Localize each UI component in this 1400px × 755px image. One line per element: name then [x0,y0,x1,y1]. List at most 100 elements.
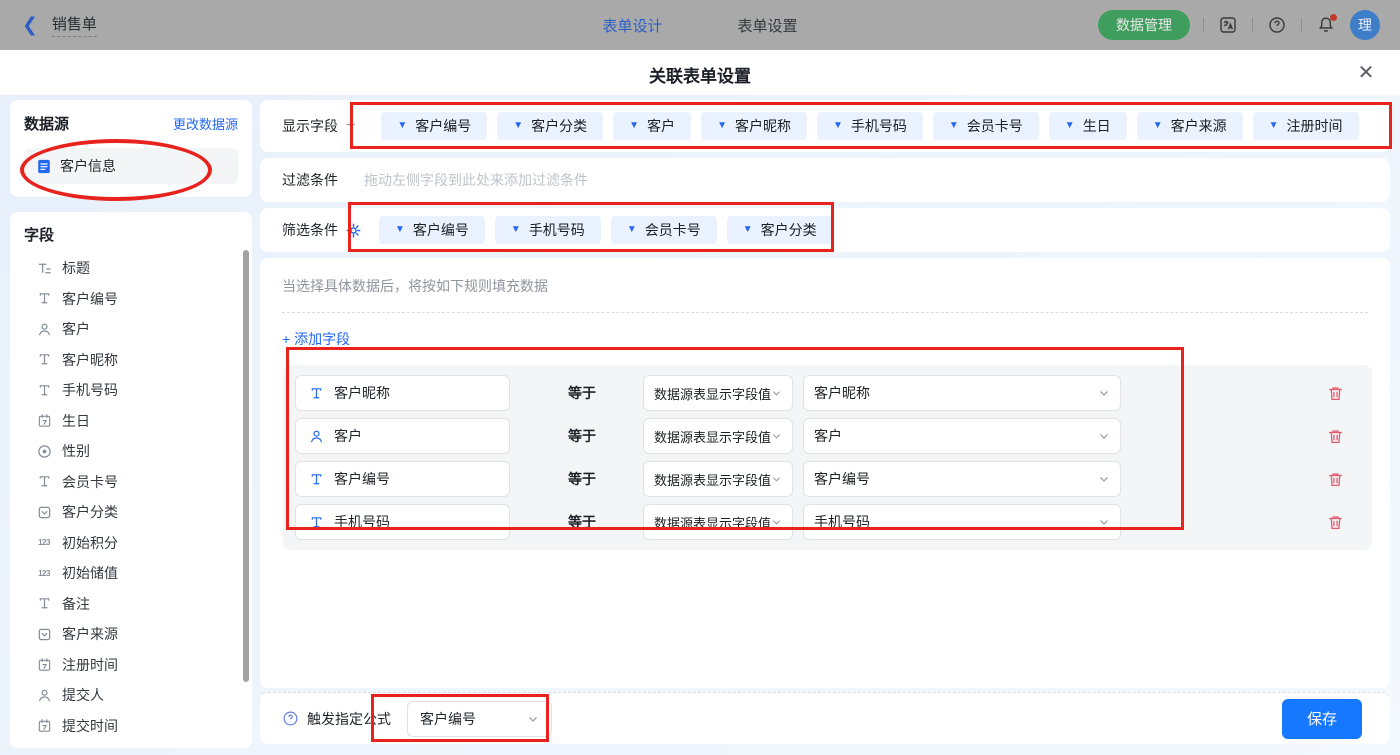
sidebar-field-item[interactable]: 客户 [24,314,252,345]
rule-target-field[interactable]: 客户编号 [295,461,510,497]
caret-down-icon: ▼ [743,225,753,235]
filter-dropzone[interactable]: 拖动左侧字段到此处来添加过滤条件 [364,170,588,190]
filter-card: 过滤条件 拖动左侧字段到此处来添加过滤条件 [260,158,1390,202]
sidebar-field-item[interactable]: 性别 [24,436,252,467]
source-type-select[interactable]: 数据源表显示字段值 [643,461,793,497]
delete-icon[interactable] [1327,514,1344,531]
equals-label: 等于 [568,469,643,489]
add-field-link[interactable]: + 添加字段 [282,329,350,349]
question-circle-icon[interactable] [282,710,299,727]
field-label: 备注 [62,594,90,614]
display-field-chip[interactable]: ▼客户昵称 [701,112,807,140]
datasource-item[interactable]: 客户信息 [24,148,238,184]
source-field-select[interactable]: 手机号码 [803,504,1121,540]
caret-down-icon: ▼ [1153,121,1163,131]
caret-down-icon: ▼ [949,121,959,131]
gear-icon[interactable] [346,223,361,238]
related-form-settings-screen: ❮ 销售单 表单设计 表单设置 数据管理 [0,0,1400,755]
rule-field-label: 客户昵称 [334,383,390,403]
add-display-field-icon[interactable]: + [346,117,355,135]
divider [1301,18,1302,32]
sidebar-field-item[interactable]: 提交时间 [24,711,252,742]
rule-target-field[interactable]: 客户 [295,418,510,454]
rule-field-label: 客户 [334,426,362,446]
chevron-down-icon [771,516,782,528]
source-type-select[interactable]: 数据源表显示字段值 [643,418,793,454]
display-field-chip[interactable]: ▼注册时间 [1253,112,1359,140]
rule-row: 手机号码等于数据源表显示字段值手机号码 [295,504,1372,540]
delete-icon[interactable] [1327,471,1344,488]
source-type-select[interactable]: 数据源表显示字段值 [643,375,793,411]
rule-target-field[interactable]: 手机号码 [295,504,510,540]
sidebar-field-item[interactable]: 客户昵称 [24,345,252,376]
rule-row: 客户昵称等于数据源表显示字段值客户昵称 [295,375,1372,411]
display-field-chip[interactable]: ▼客户来源 [1137,112,1243,140]
help-icon[interactable] [1266,14,1288,36]
source-field-select[interactable]: 客户 [803,418,1121,454]
field-label: 初始积分 [62,533,118,553]
sidebar-field-item[interactable]: 提交人 [24,680,252,711]
display-field-chip[interactable]: ▼客户编号 [381,112,487,140]
sidebar-field-item[interactable]: 备注 [24,589,252,620]
save-button[interactable]: 保存 [1282,699,1362,739]
caret-down-icon: ▼ [511,225,521,235]
sidebar-field-item[interactable]: 生日 [24,406,252,437]
display-field-chip[interactable]: ▼会员卡号 [933,112,1039,140]
screening-field-chip[interactable]: ▼会员卡号 [611,216,717,244]
avatar[interactable]: 理 [1350,10,1380,40]
field-list: 标题客户编号客户客户昵称手机号码生日性别会员卡号客户分类 123 初始积分 123初始… [24,253,252,741]
source-field-select[interactable]: 客户昵称 [803,375,1121,411]
display-field-chip[interactable]: ▼客户 [613,112,691,140]
number-icon: 123 [36,565,52,581]
sidebar-field-item[interactable]: 客户分类 [24,497,252,528]
close-icon[interactable]: ✕ [1354,60,1378,84]
chip-label: 手机号码 [529,220,585,240]
sidebar-field-item[interactable]: 会员卡号 [24,467,252,498]
scrollbar[interactable] [243,250,249,682]
screening-label: 筛选条件 [282,220,338,240]
display-field-chip[interactable]: ▼手机号码 [817,112,923,140]
fields-card: 字段 标题客户编号客户客户昵称手机号码生日性别会员卡号客户分类123初始积分12… [10,212,252,748]
screening-field-chip[interactable]: ▼客户编号 [379,216,485,244]
field-label: 提交时间 [62,716,118,736]
sidebar-field-item[interactable]: 客户编号 [24,284,252,315]
delete-icon[interactable] [1327,428,1344,445]
sidebar-field-item[interactable]: 123初始储值 [24,558,252,589]
caret-down-icon: ▼ [395,225,405,235]
rule-target-field[interactable]: 客户昵称 [295,375,510,411]
translate-icon[interactable] [1217,14,1239,36]
source-type-select[interactable]: 数据源表显示字段值 [643,504,793,540]
display-field-chip[interactable]: ▼客户分类 [497,112,603,140]
field-label: 会员卡号 [62,472,118,492]
text-icon [308,514,324,530]
data-manage-button[interactable]: 数据管理 [1098,10,1190,40]
back-icon[interactable]: ❮ [22,16,38,35]
equals-label: 等于 [568,383,643,403]
rules-card: 当选择具体数据后，将按如下规则填充数据 + 添加字段 客户昵称等于数据源表显示字… [260,258,1390,688]
screening-field-chip[interactable]: ▼ 手机号码 [495,216,601,244]
source-field-select[interactable]: 客户编号 [803,461,1121,497]
notification-bell-icon[interactable] [1315,14,1337,36]
tab-form-design[interactable]: 表单设计 [602,15,662,36]
display-field-chip[interactable]: ▼生日 [1049,112,1127,140]
rule-field-label: 手机号码 [334,512,390,532]
sidebar-field-item[interactable]: 客户来源 [24,619,252,650]
screening-field-chip[interactable]: ▼客户分类 [727,216,833,244]
chevron-down-icon [1098,473,1110,485]
delete-icon[interactable] [1327,385,1344,402]
date-icon [36,718,52,734]
text-icon [36,352,52,368]
sidebar-field-item[interactable]: 123 初始积分 [24,528,252,559]
form-name[interactable]: 销售单 [52,13,97,37]
divider [1203,18,1204,32]
select-icon [36,504,52,520]
sidebar-field-item[interactable]: 注册时间 [24,650,252,681]
rules-panel: 客户昵称等于数据源表显示字段值客户昵称客户等于数据源表显示字段值客户客户编号等于… [283,365,1372,550]
text-icon [308,385,324,401]
sidebar-field-item[interactable]: 手机号码 [24,375,252,406]
sidebar-field-item[interactable]: 标题 [24,253,252,284]
tab-form-settings[interactable]: 表单设置 [738,15,798,36]
trigger-formula-select[interactable]: 客户编号 [407,701,552,737]
change-datasource-link[interactable]: 更改数据源 [173,114,238,133]
number-icon: 123 [36,535,52,551]
